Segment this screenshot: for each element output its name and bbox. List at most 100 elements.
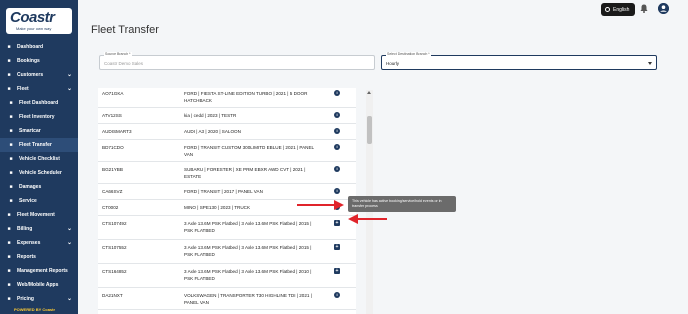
info-icon[interactable]: i — [334, 166, 340, 172]
fleet-dashboard-icon: ■ — [9, 100, 13, 106]
pricing-icon: ■ — [7, 296, 11, 302]
vehicle-registration: ATV12SS — [102, 113, 122, 118]
sidebar-item-label: Fleet Inventory — [19, 114, 55, 120]
sidebar-item[interactable]: ■ Web/Mobile Apps — [0, 278, 78, 292]
sidebar-nav: ■ Dashboard ■ Bookings ■ Customers ⌄ ■ Fleet ⌄ ■ Fl… — [0, 40, 78, 306]
table-row[interactable]: CTS107492 3 Axle 13.6M PSK Flatbed | 3 Ax… — [98, 218, 356, 240]
fleet-icon: ■ — [7, 86, 11, 92]
destination-branch-label: Select Destination Branch * — [386, 52, 431, 56]
vehicle-registration: CTS164852 — [102, 269, 127, 274]
coastr-logo[interactable]: Coastr Make your own way — [6, 8, 72, 34]
source-branch-field[interactable]: Source Branch * Coastr Demo Sales — [99, 52, 375, 70]
sidebar-item-label: Damages — [19, 184, 42, 190]
info-icon[interactable]: i — [334, 128, 340, 134]
table-row[interactable]: CTS107552 3 Axle 13.6M PSK Flatbed | 3 Ax… — [98, 242, 356, 264]
page-title: Fleet Transfer — [91, 24, 159, 36]
chevron-down-icon: ⌄ — [66, 86, 72, 92]
bookings-icon: ■ — [7, 58, 11, 64]
destination-branch-select[interactable]: Select Destination Branch * Hourly — [381, 52, 657, 70]
movement-icon: ■ — [7, 212, 11, 218]
table-row[interactable]: DA21NXT VOLKSWAGEN | TRANSPORTER T30 HIGH… — [98, 290, 356, 310]
smartcar-icon: ■ — [9, 128, 13, 134]
sidebar-item[interactable]: ■ Fleet Inventory — [0, 110, 78, 124]
source-branch-value: Coastr Demo Sales — [104, 61, 144, 66]
chevron-down-icon: ⌄ — [66, 296, 72, 302]
vehicle-unavailable-tooltip: This vehicle has active booking/service/… — [348, 196, 456, 212]
sidebar-item[interactable]: ■ Management Reports — [0, 264, 78, 278]
annotation-arrow-right-icon — [297, 200, 344, 210]
sidebar-item-label: Expenses — [17, 240, 41, 246]
sidebar-item-label: Bookings — [17, 58, 40, 64]
chevron-down-icon — [648, 62, 652, 65]
sidebar-item[interactable]: ■ Bookings — [0, 54, 78, 68]
vehicle-description: 3 Axle 13.6M PSK Flatbed | 3 Axle 13.6M … — [184, 221, 312, 233]
add-vehicle-plus-icon[interactable]: + — [334, 220, 340, 226]
vehicle-registration: CT0002 — [102, 205, 119, 210]
language-button[interactable]: English — [601, 3, 635, 16]
scroll-up-icon[interactable] — [367, 91, 371, 94]
billing-icon: ■ — [7, 226, 11, 232]
sidebar-item[interactable]: ■ Vehicle Scheduler — [0, 166, 78, 180]
sidebar-item[interactable]: ■ Reports — [0, 250, 78, 264]
sidebar-item[interactable]: ■ Pricing ⌄ — [0, 292, 78, 306]
apps-icon: ■ — [7, 282, 11, 288]
sidebar-item-label: Vehicle Checklist — [19, 156, 60, 162]
add-vehicle-plus-icon[interactable]: + — [334, 244, 340, 250]
sidebar-item[interactable]: ■ Fleet Transfer — [0, 138, 78, 152]
sidebar-item[interactable]: ■ Service — [0, 194, 78, 208]
top-bar: English — [78, 0, 688, 20]
sidebar-item-label: Billing — [17, 226, 33, 232]
scheduler-icon: ■ — [9, 170, 13, 176]
table-row[interactable]: ATV12SS kia | cedd | 2023 | TESTR i — [98, 110, 356, 124]
sidebar-item[interactable]: ■ Damages — [0, 180, 78, 194]
info-icon[interactable]: i — [334, 90, 340, 96]
expenses-icon: ■ — [7, 240, 11, 246]
management-reports-icon: ■ — [7, 268, 11, 274]
vehicle-registration: AUDISMART3 — [102, 129, 132, 134]
powered-by: POWERED BY Coastr — [14, 307, 56, 312]
sidebar-item-label: Reports — [17, 254, 36, 260]
info-icon[interactable]: i — [334, 188, 340, 194]
sidebar-item[interactable]: ■ Fleet Dashboard — [0, 96, 78, 110]
vehicle-description: 3 Axle 13.6M PSK Flatbed | 3 Axle 13.6M … — [184, 245, 312, 257]
customers-icon: ■ — [7, 72, 11, 78]
vehicle-registration: BD71CDO — [102, 145, 124, 150]
vehicle-description: 3 Axle 13.6M PSK Flatbed | 3 Axle 13.6M … — [184, 269, 312, 281]
table-row[interactable]: AUDISMART3 AUDI | A3 | 2020 | SALOON i — [98, 126, 356, 140]
sidebar-item-label: Management Reports — [17, 268, 68, 274]
sidebar-item[interactable]: ■ Fleet Movement — [0, 208, 78, 222]
sidebar-item[interactable]: ■ Vehicle Checklist — [0, 152, 78, 166]
sidebar-item-label: Vehicle Scheduler — [19, 170, 62, 176]
sidebar-item[interactable]: ■ Dashboard — [0, 40, 78, 54]
sidebar-item[interactable]: ■ Billing ⌄ — [0, 222, 78, 236]
destination-branch-value: Hourly — [386, 61, 400, 66]
sidebar-item[interactable]: ■ Fleet ⌄ — [0, 82, 78, 96]
sidebar-item[interactable]: ■ Smartcar — [0, 124, 78, 138]
info-icon[interactable]: i — [334, 112, 340, 118]
info-icon[interactable]: i — [334, 144, 340, 150]
globe-icon — [605, 7, 610, 12]
bell-icon[interactable] — [640, 4, 648, 13]
brand-name: Coastr — [10, 9, 55, 26]
table-row[interactable]: CA66SVZ FORD | TRANSIT | 2017 | PANEL VAN… — [98, 186, 356, 200]
add-vehicle-plus-icon[interactable]: + — [334, 268, 340, 274]
table-row[interactable]: BG21YBB SUBARU | FORESTER | XE PRM EBXR A… — [98, 164, 356, 184]
user-avatar-icon[interactable] — [658, 3, 669, 14]
info-icon[interactable]: i — [334, 292, 340, 298]
sidebar-item-label: Web/Mobile Apps — [17, 282, 59, 288]
fleet-transfer-icon: ■ — [9, 142, 13, 148]
sidebar-item-label: Fleet Dashboard — [19, 100, 59, 106]
vehicle-registration: CTS107552 — [102, 245, 127, 250]
sidebar-item[interactable]: ■ Expenses ⌄ — [0, 236, 78, 250]
table-row[interactable]: CTS164852 3 Axle 13.6M PSK Flatbed | 3 Ax… — [98, 266, 356, 288]
scroll-thumb[interactable] — [367, 116, 372, 144]
chevron-down-icon: ⌄ — [66, 226, 72, 232]
table-row[interactable]: AO71GKA FORD | FIESTA ST-LINE EDITION TUR… — [98, 88, 356, 108]
table-row[interactable]: BD71CDO FORD | TRANSIT CUSTOM 300LIMITD E… — [98, 142, 356, 162]
dashboard-icon: ■ — [7, 44, 11, 50]
sidebar-item[interactable]: ■ Customers ⌄ — [0, 68, 78, 82]
sidebar-item-label: Service — [19, 198, 37, 204]
sidebar-item-label: Dashboard — [17, 44, 44, 50]
service-icon: ■ — [9, 198, 13, 204]
annotation-arrow-left-icon — [348, 214, 387, 224]
